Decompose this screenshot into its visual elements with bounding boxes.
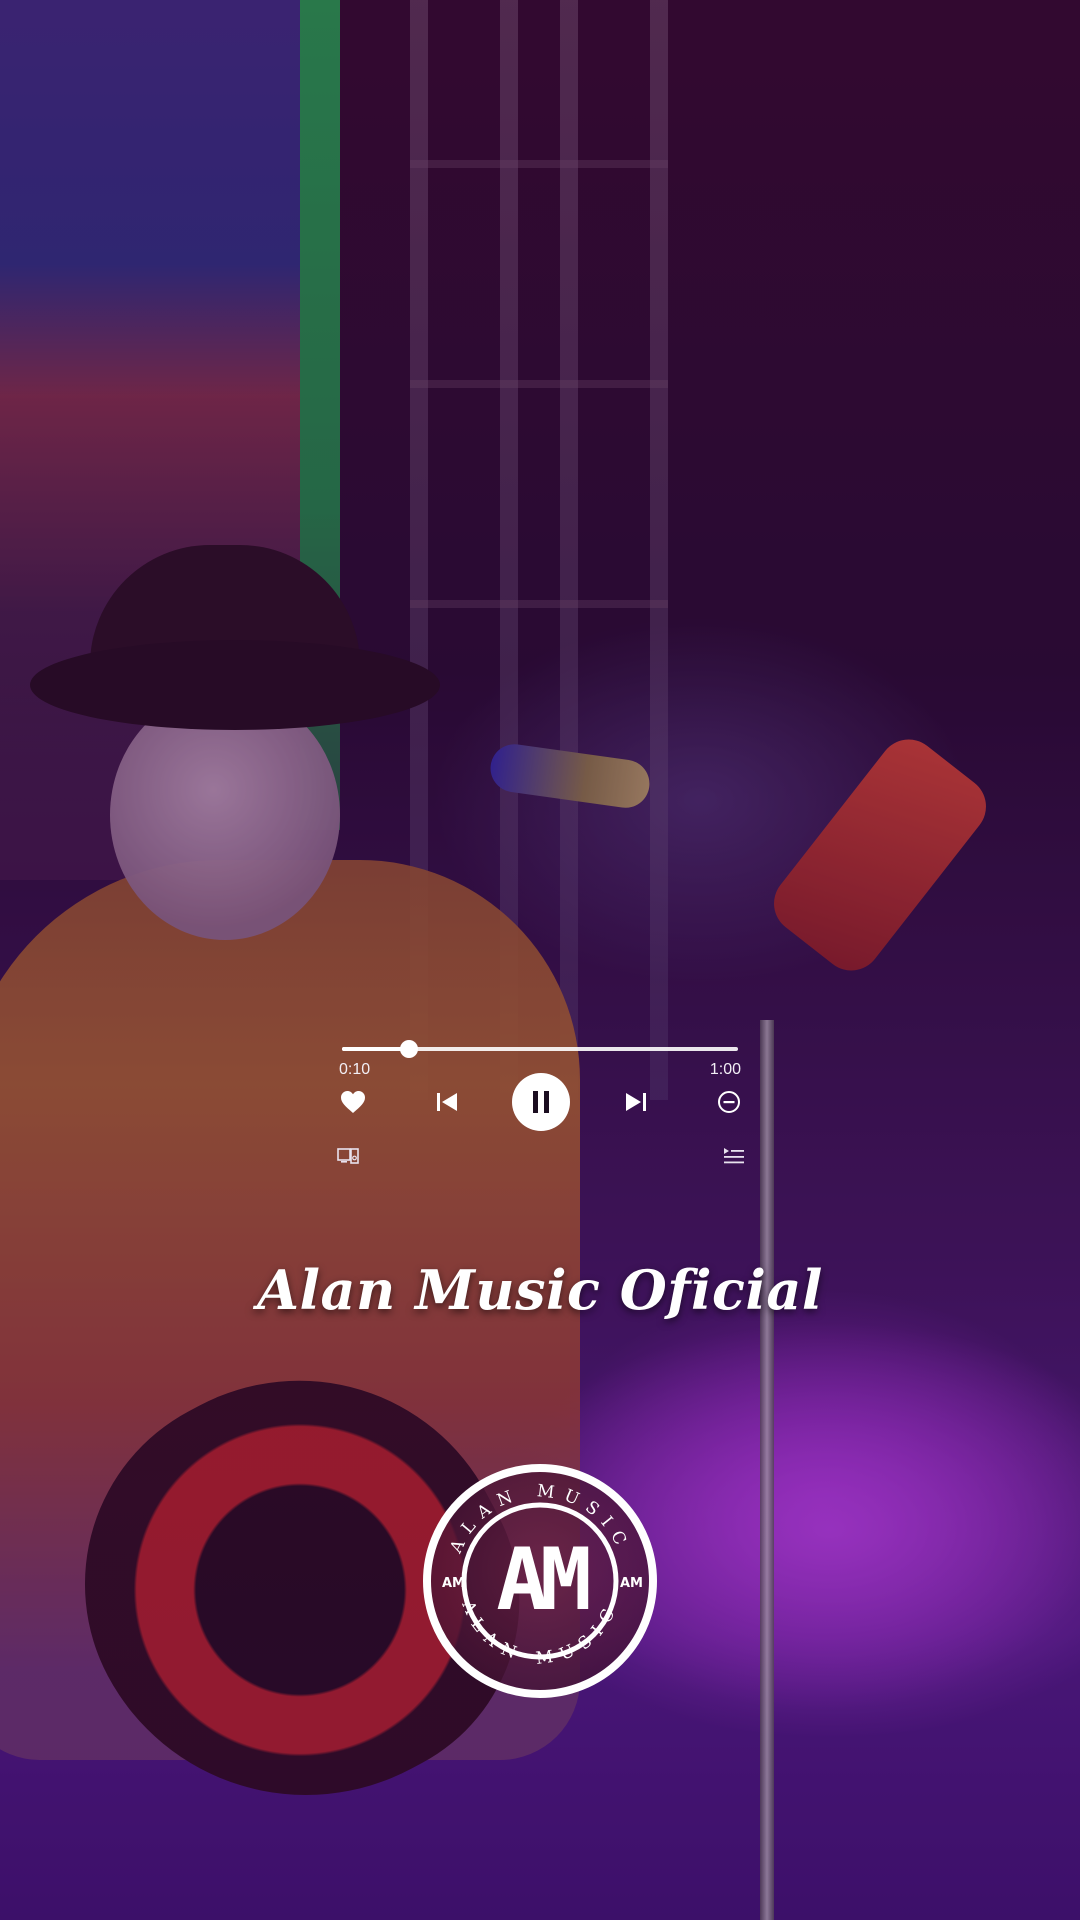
artist-name: Alan Music Oficial <box>257 1258 823 1322</box>
previous-button[interactable] <box>433 1088 461 1116</box>
logo-badge-right: AM <box>620 1576 643 1591</box>
pause-icon <box>533 1091 549 1113</box>
like-button[interactable] <box>338 1087 368 1117</box>
elapsed-time: 0:10 <box>339 1061 371 1078</box>
skip-previous-icon <box>437 1093 457 1111</box>
pause-button[interactable] <box>512 1073 570 1131</box>
artist-logo: ALAN MUSIC ALAN MUSIC AM AM AM <box>420 1461 660 1701</box>
queue-icon <box>724 1148 744 1164</box>
seek-bar[interactable] <box>342 1040 738 1058</box>
total-time: 1:00 <box>709 1061 741 1078</box>
logo-monogram: AM <box>496 1530 589 1630</box>
hide-song-button[interactable] <box>714 1087 744 1117</box>
queue-button[interactable] <box>723 1146 745 1166</box>
connect-devices-icon <box>337 1148 359 1164</box>
next-button[interactable] <box>622 1088 650 1116</box>
block-icon <box>718 1091 740 1113</box>
alan-music-logo: ALAN MUSIC ALAN MUSIC AM AM AM <box>423 1464 657 1698</box>
seek-bar-played <box>342 1047 410 1051</box>
connect-devices-button[interactable] <box>337 1146 359 1166</box>
heart-icon <box>341 1091 365 1113</box>
logo-badge-left: AM <box>442 1576 465 1591</box>
skip-next-icon <box>626 1093 646 1111</box>
